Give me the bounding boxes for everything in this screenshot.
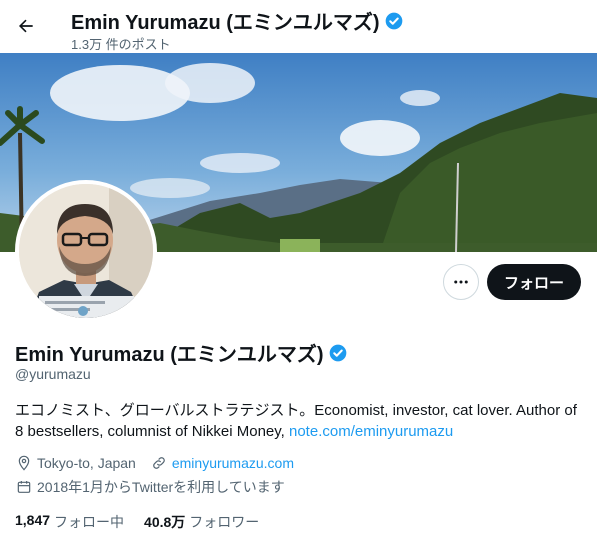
bio: エコノミスト、グローバルストラテジスト。Economist, investor,… [15,400,585,442]
followers-label: フォロワー [189,514,260,530]
followers-stat[interactable]: 40.8万 フォロワー [144,512,259,532]
location-pin-icon [15,454,33,472]
top-bar: Emin Yurumazu (エミンユルマズ) 1.3万 件のポスト [0,0,597,53]
verified-badge-icon [385,12,402,29]
website-link[interactable]: eminyurumazu.com [172,455,294,471]
back-button[interactable] [10,10,42,42]
header-title: Emin Yurumazu (エミンユルマズ) [71,12,380,34]
followers-count: 40.8万 [144,514,186,530]
display-name: Emin Yurumazu (エミンユルマズ) [15,344,324,366]
post-count: 1.3万 件のポスト [71,37,171,52]
profile-meta-row: Tokyo-to, Japan eminyurumazu.com [15,454,294,472]
bio-link[interactable]: note.com/eminyurumazu [289,423,453,440]
back-arrow-icon [19,19,33,33]
avatar-image [19,184,153,318]
follow-button[interactable]: フォロー [487,264,581,300]
verified-badge-icon [329,344,346,361]
display-name-row: Emin Yurumazu (エミンユルマズ) [15,338,348,367]
location: Tokyo-to, Japan [37,455,136,471]
following-label: フォロー中 [54,514,125,530]
link-icon [150,454,168,472]
user-handle: @yurumazu [15,366,91,382]
follow-stats: 1,847 フォロー中 40.8万 フォロワー [15,512,279,532]
joined-date: 2018年1月からTwitterを利用しています [37,479,285,495]
more-options-button[interactable] [443,264,479,300]
profile-joined-row: 2018年1月からTwitterを利用しています [15,477,285,497]
following-stat[interactable]: 1,847 フォロー中 [15,512,124,532]
avatar[interactable] [15,180,157,322]
following-count: 1,847 [15,512,51,528]
calendar-icon [15,478,33,496]
more-dots-icon [454,280,468,284]
header-title-row: Emin Yurumazu (エミンユルマズ) [71,6,404,35]
